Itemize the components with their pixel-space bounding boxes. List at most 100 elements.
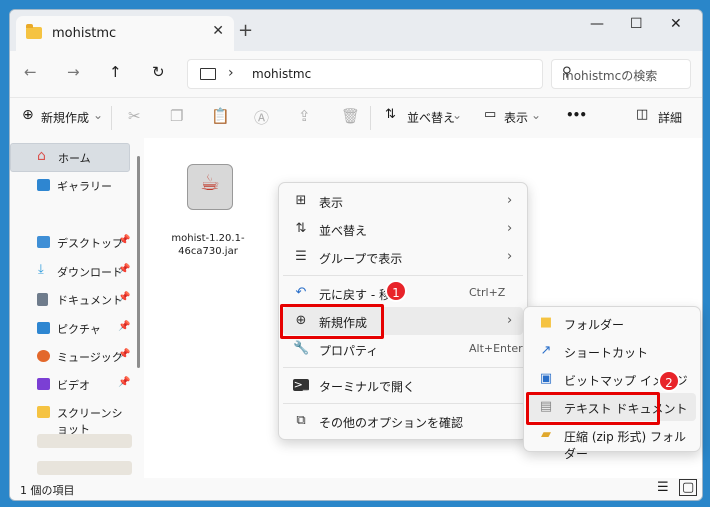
sidebar-item-label: ミュージック xyxy=(57,351,123,364)
paste-icon[interactable]: 📋 xyxy=(211,107,230,125)
menu-item-more-options[interactable]: ⧉ その他のオプションを確認 xyxy=(283,407,523,435)
sidebar-item-downloads[interactable]: ⤓ ダウンロード 📌 xyxy=(10,258,130,285)
new-button[interactable]: 新規作成 xyxy=(41,109,89,126)
sidebar-item-videos[interactable]: ビデオ 📌 xyxy=(10,371,130,398)
cut-icon[interactable]: ✂ xyxy=(128,107,141,125)
sidebar-item-label: ドキュメント xyxy=(57,294,123,307)
details-button[interactable]: 詳細 xyxy=(658,109,682,126)
view-button[interactable]: 表示 xyxy=(504,109,528,126)
sidebar-item-gallery[interactable]: ギャラリー xyxy=(10,172,130,199)
menu-item-properties[interactable]: 🔧 プロパティ Alt+Enter xyxy=(283,335,523,363)
zip-folder-icon: ▰ xyxy=(541,427,551,442)
tab-close-icon[interactable]: ✕ xyxy=(212,23,224,39)
more-options-button[interactable]: ••• xyxy=(566,108,587,122)
menu-label: その他のオプションを確認 xyxy=(319,416,464,430)
menu-divider xyxy=(283,275,523,276)
menu-divider xyxy=(283,367,523,368)
tab-mohistmc[interactable]: mohistmc ✕ xyxy=(16,16,234,51)
java-cup-glyph: ☕ xyxy=(200,171,220,196)
menu-label: グループで表示 xyxy=(319,252,403,266)
rename-icon[interactable]: Ⓐ xyxy=(254,107,269,128)
search-box[interactable]: mohistmcの検索 ⚲ xyxy=(551,59,691,89)
sidebar-item-label: ダウンロード xyxy=(57,266,123,279)
submenu-item-zip[interactable]: ▰ 圧縮 (zip 形式) フォルダー xyxy=(528,421,696,461)
file-name: mohist-1.20.1-46ca730.jar xyxy=(171,233,245,257)
pin-icon: 📌 xyxy=(118,235,131,246)
menu-label: フォルダー xyxy=(564,318,625,332)
address-bar[interactable]: › mohistmc xyxy=(187,59,543,89)
new-tab-button[interactable]: + xyxy=(238,20,253,41)
menu-item-sort[interactable]: ⇅ 並べ替え › xyxy=(283,215,523,243)
navigation-pane: ⌂ ホーム ギャラリー デスクトップ 📌 ⤓ ダウンロード 📌 ドキュメント 📌… xyxy=(10,138,144,478)
this-pc-icon xyxy=(200,68,216,80)
shortcut-arrow-icon: ↗ xyxy=(540,343,552,358)
menu-shortcut: Alt+Enter xyxy=(469,342,523,355)
sidebar-item-label: ホーム xyxy=(58,152,91,165)
search-icon[interactable]: ⚲ xyxy=(562,65,682,80)
sidebar-item-label: ギャラリー xyxy=(57,180,112,193)
delete-icon[interactable]: 🗑 xyxy=(341,107,360,125)
video-icon xyxy=(37,378,50,390)
home-icon: ⌂ xyxy=(37,148,46,164)
dropdown-chevron-icon[interactable]: ⌄ xyxy=(452,108,462,122)
chevron-right-icon[interactable]: › xyxy=(228,65,234,81)
sidebar-item-label: ピクチャ xyxy=(57,323,101,336)
window-close-button[interactable]: ✕ xyxy=(670,16,682,32)
details-pane-icon[interactable]: ◫ xyxy=(636,107,648,122)
sidebar-item-label: デスクトップ xyxy=(57,237,123,250)
blurred-item xyxy=(37,434,132,448)
menu-item-view[interactable]: ⊞ 表示 › xyxy=(283,187,523,215)
new-plus-icon[interactable]: ⊕ xyxy=(22,107,34,123)
menu-shortcut: Ctrl+Z xyxy=(469,286,506,299)
refresh-icon[interactable]: ↻ xyxy=(152,63,165,81)
share-icon[interactable]: ⇪ xyxy=(298,107,311,125)
pin-icon: 📌 xyxy=(118,321,131,332)
menu-divider xyxy=(283,403,523,404)
copy-icon[interactable]: ❐ xyxy=(170,107,183,125)
folder-icon xyxy=(37,406,50,418)
file-item-jar[interactable]: ☕ mohist-1.20.1-46ca730.jar xyxy=(166,146,250,274)
minimize-button[interactable]: — xyxy=(590,16,604,32)
blurred-item xyxy=(37,461,132,475)
sidebar-item-screenshots[interactable]: スクリーンショット xyxy=(10,399,130,436)
step-badge-1: 1 xyxy=(385,280,407,302)
pin-icon: 📌 xyxy=(118,349,131,360)
tiles-view-icon[interactable]: ▢ xyxy=(679,479,698,496)
menu-item-group[interactable]: ☰ グループで表示 › xyxy=(283,243,523,271)
sidebar-item-desktop[interactable]: デスクトップ 📌 xyxy=(10,229,130,256)
sort-button[interactable]: 並べ替え xyxy=(407,109,455,126)
submenu-item-folder[interactable]: ■ フォルダー xyxy=(528,309,696,337)
pin-icon: 📌 xyxy=(118,377,131,388)
download-icon: ⤓ xyxy=(38,262,44,277)
maximize-button[interactable]: ☐ xyxy=(630,16,643,32)
toolbar-divider xyxy=(370,106,371,130)
sidebar-item-documents[interactable]: ドキュメント 📌 xyxy=(10,286,130,313)
submenu-item-shortcut[interactable]: ↗ ショートカット xyxy=(528,337,696,365)
sidebar-item-music[interactable]: ミュージック 📌 xyxy=(10,343,130,370)
pin-icon: 📌 xyxy=(118,292,131,303)
menu-label: 圧縮 (zip 形式) フォルダー xyxy=(564,430,687,461)
document-icon xyxy=(37,293,48,306)
up-arrow-icon[interactable]: ↑ xyxy=(109,63,122,81)
tab-title: mohistmc xyxy=(52,26,117,41)
navigation-bar: ← → ↑ ↻ › mohistmc mohistmcの検索 ⚲ xyxy=(10,51,702,97)
sidebar-item-pictures[interactable]: ピクチャ 📌 xyxy=(10,315,130,342)
item-count: 1 個の項目 xyxy=(20,484,75,497)
dropdown-chevron-icon[interactable]: ⌄ xyxy=(93,108,103,122)
bitmap-icon: ▣ xyxy=(539,371,553,386)
forward-arrow-icon[interactable]: → xyxy=(67,63,80,81)
address-path[interactable]: mohistmc xyxy=(252,67,311,81)
sidebar-item-home[interactable]: ⌂ ホーム xyxy=(10,143,130,172)
view-icon[interactable]: ▭ xyxy=(484,107,496,122)
menu-label: ショートカット xyxy=(564,346,649,360)
scrollbar[interactable] xyxy=(137,156,140,368)
menu-item-terminal[interactable]: >_ ターミナルで開く xyxy=(283,371,523,399)
sort-icon[interactable]: ⇅ xyxy=(385,107,396,122)
details-view-icon[interactable]: ☰ xyxy=(657,480,669,495)
external-icon: ⧉ xyxy=(296,413,306,428)
dropdown-chevron-icon[interactable]: ⌄ xyxy=(531,108,541,122)
back-arrow-icon[interactable]: ← xyxy=(24,63,37,81)
menu-label: ターミナルで開く xyxy=(319,380,416,394)
gallery-icon xyxy=(37,179,50,191)
pictures-icon xyxy=(37,322,50,334)
